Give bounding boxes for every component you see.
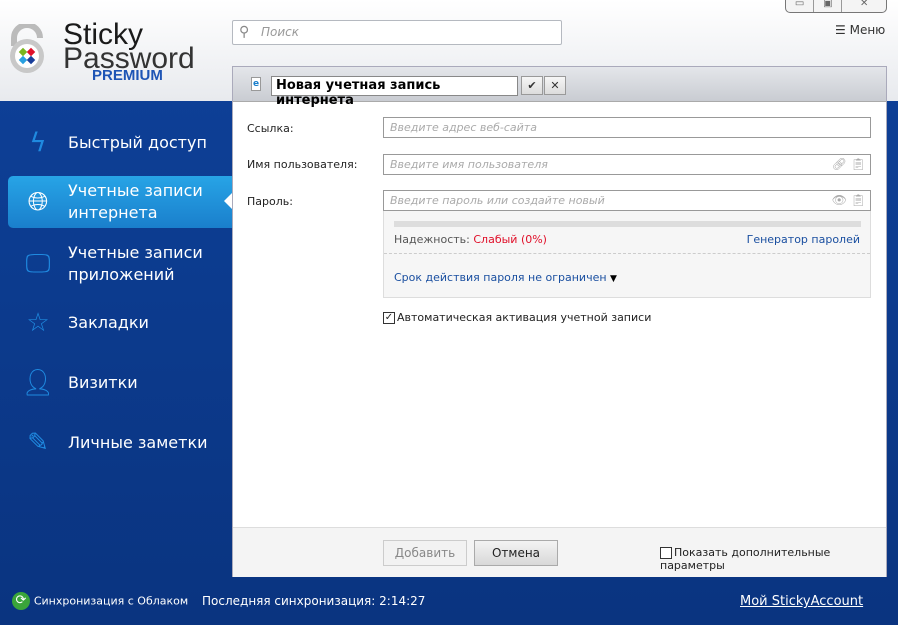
my-account-link[interactable]: Мой StickyAccount: [740, 594, 863, 609]
password-label: Пароль:: [247, 195, 293, 208]
add-button[interactable]: Добавить: [383, 540, 467, 566]
minimize-button[interactable]: ▭: [786, 0, 815, 12]
web-page-icon: e: [251, 77, 261, 91]
sidebar-item-label: Личные заметки: [68, 433, 208, 452]
strength-label: Надежность:: [394, 233, 470, 246]
panel-header: e Новая учетная запись интернета ✔ ✕: [233, 67, 886, 108]
sidebar-item-label: Закладки: [68, 313, 149, 332]
lock-logo-icon: [10, 24, 44, 73]
eye-clipboard-icon[interactable]: 👁︎ 📋︎: [832, 193, 866, 207]
cancel-title-button[interactable]: ✕: [544, 76, 566, 95]
close-button[interactable]: ✕: [842, 0, 886, 12]
search-input[interactable]: ⚲ Поиск: [232, 20, 562, 45]
globe-icon: 🌐︎: [27, 187, 49, 217]
search-placeholder: Поиск: [261, 25, 300, 39]
sidebar-item-web-accounts[interactable]: 🌐︎ Учетные записи интернета: [8, 176, 232, 228]
sidebar-item-notes[interactable]: ✎ Личные заметки: [8, 418, 232, 468]
sync-icon: ⟳: [12, 592, 30, 610]
show-more-label: Показать дополнительные параметры: [660, 546, 831, 572]
logo: Sticky Password PREMIUM: [8, 14, 238, 94]
show-more-checkbox[interactable]: Показать дополнительные параметры: [660, 546, 886, 572]
sidebar-item-quick-access[interactable]: ϟ Быстрый доступ: [8, 118, 232, 168]
sidebar-item-label: Быстрый доступ: [68, 133, 207, 152]
password-input[interactable]: Введите пароль или создайте новый 👁︎ 📋︎: [383, 190, 871, 211]
username-placeholder: Введите имя пользователя: [390, 158, 548, 171]
menu-label: Меню: [849, 23, 886, 37]
password-placeholder: Введите пароль или создайте новый: [390, 194, 605, 207]
lightning-icon: ϟ: [29, 128, 47, 158]
strength-row: Надежность: Слабый (0%): [394, 233, 547, 246]
cancel-button[interactable]: Отмена: [474, 540, 558, 566]
url-placeholder: Введите адрес веб-сайта: [390, 121, 537, 134]
cloud-sync-status[interactable]: ⟳ Синхронизация с Облаком: [12, 592, 188, 610]
expiry-label: Срок действия пароля не ограничен: [394, 271, 607, 284]
person-icon: 👤︎: [21, 368, 55, 398]
note-icon: ✎: [27, 428, 49, 458]
sidebar-item-identities[interactable]: 👤︎ Визитки: [8, 358, 232, 408]
hamburger-icon: ☰: [835, 23, 846, 37]
window-controls: ▭ ▣ ✕: [785, 0, 887, 13]
confirm-title-button[interactable]: ✔: [521, 76, 543, 95]
auto-activate-label: Автоматическая активация учетной записи: [397, 311, 652, 324]
star-icon: ☆: [26, 308, 50, 338]
expiry-dropdown[interactable]: Срок действия пароля не ограничен ▼: [394, 271, 617, 284]
last-sync-time: Последняя синхронизация: 2:14:27: [202, 594, 426, 608]
password-strength-box: Надежность: Слабый (0%) Генератор пароле…: [383, 211, 871, 298]
menu-button[interactable]: ☰ Меню: [835, 23, 885, 37]
sidebar-item-app-accounts[interactable]: 🖵︎ Учетные записи приложений: [8, 238, 232, 290]
checkbox-unchecked-icon: [660, 547, 672, 559]
account-title-input[interactable]: Новая учетная запись интернета: [271, 76, 518, 108]
sidebar-item-label: Учетные записи интернета: [68, 181, 203, 222]
panel-footer: Добавить Отмена Показать дополнительные …: [233, 527, 886, 577]
password-generator-link[interactable]: Генератор паролей: [747, 233, 860, 246]
dropdown-arrow-icon: ▼: [610, 274, 617, 284]
checkbox-checked-icon: ✓: [383, 312, 395, 324]
auto-activate-checkbox[interactable]: ✓ Автоматическая активация учетной записи: [383, 311, 651, 324]
url-input[interactable]: Введите адрес веб-сайта: [383, 117, 871, 138]
strength-bar: [394, 221, 861, 227]
sync-label: Синхронизация с Облаком: [33, 594, 189, 608]
sidebar-item-label: Учетные записи приложений: [68, 243, 203, 284]
username-input[interactable]: Введите имя пользователя 🔗︎ 📋︎: [383, 154, 871, 175]
url-label: Ссылка:: [247, 122, 294, 135]
logo-edition: PREMIUM: [92, 67, 163, 84]
new-account-panel: e Новая учетная запись интернета ✔ ✕ Ссы…: [232, 66, 887, 577]
maximize-button[interactable]: ▣: [814, 0, 843, 12]
link-clipboard-icon[interactable]: 🔗︎ 📋︎: [832, 157, 866, 171]
sidebar-item-bookmarks[interactable]: ☆ Закладки: [8, 298, 232, 348]
search-icon: ⚲: [239, 24, 250, 40]
sidebar-item-label: Визитки: [68, 373, 138, 392]
monitor-icon: 🖵︎: [25, 249, 51, 279]
username-label: Имя пользователя:: [247, 158, 358, 171]
divider: [384, 253, 870, 254]
strength-value: Слабый (0%): [473, 233, 547, 246]
